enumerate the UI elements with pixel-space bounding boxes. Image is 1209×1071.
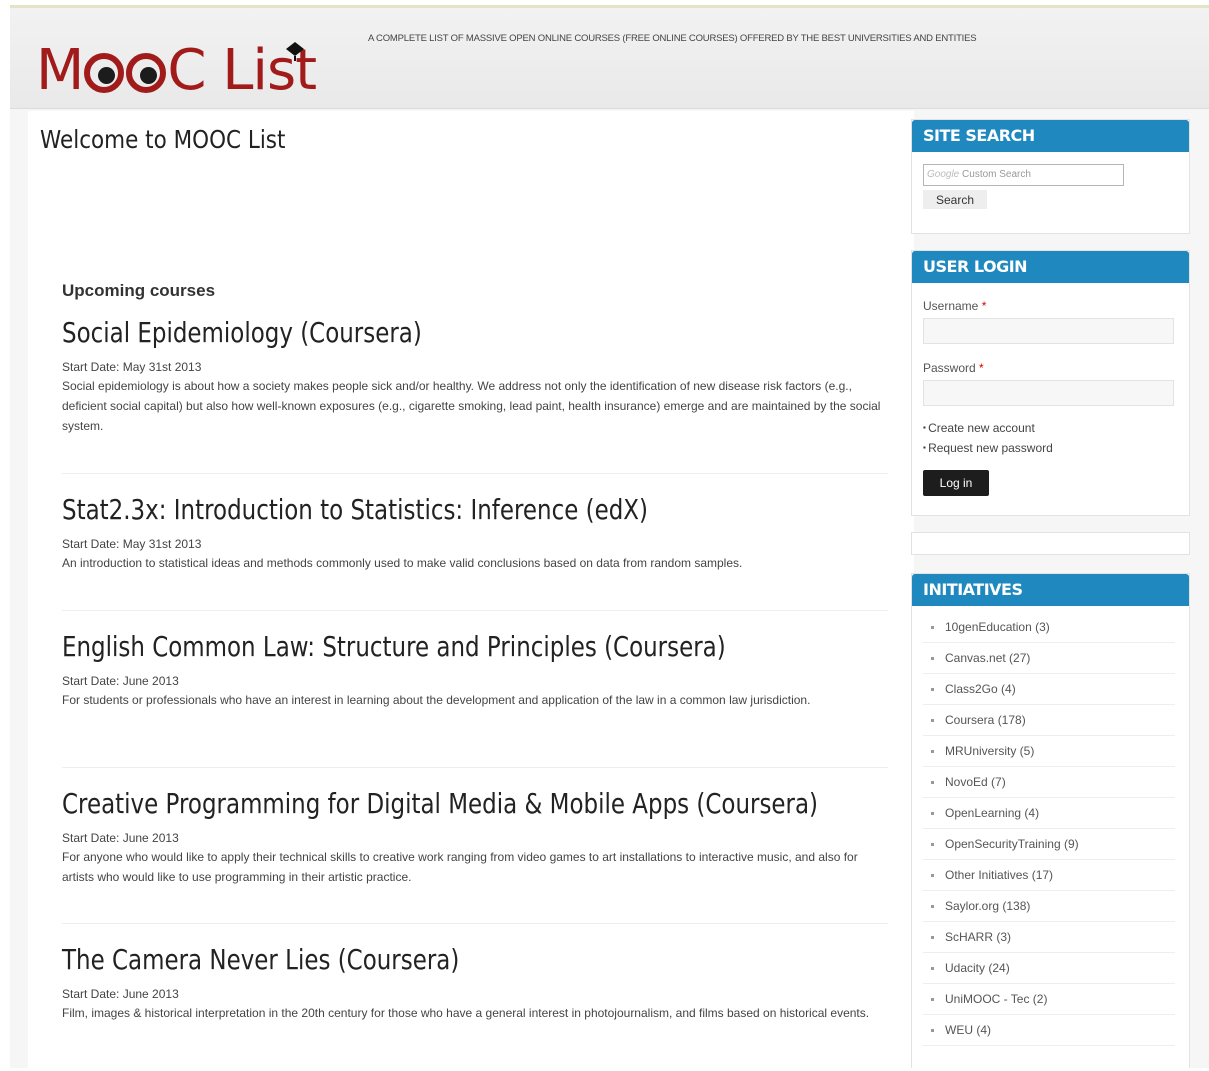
site-search-title: SITE SEARCH <box>912 120 1189 152</box>
password-label-text: Password <box>923 361 976 375</box>
initiative-item[interactable]: Coursera (178) <box>923 705 1175 736</box>
course-description: For students or professionals who have a… <box>62 693 811 707</box>
search-input[interactable]: Google Custom Search <box>923 164 1124 186</box>
course-item: Stat2.3x: Introduction to Statistics: In… <box>62 493 892 573</box>
page-title: Welcome to MOOC List <box>40 125 286 154</box>
course-description: For anyone who would like to apply their… <box>62 850 858 884</box>
course-divider <box>62 767 888 768</box>
initiative-item[interactable]: Class2Go (4) <box>923 674 1175 705</box>
password-label: Password * <box>923 361 984 375</box>
site-tagline: A COMPLETE LIST OF MASSIVE OPEN ONLINE C… <box>368 33 977 44</box>
course-divider <box>62 473 888 474</box>
initiative-item[interactable]: Other Initiatives (17) <box>923 860 1175 891</box>
initiative-item[interactable]: Saylor.org (138) <box>923 891 1175 922</box>
course-item: English Common Law: Structure and Princi… <box>62 630 892 710</box>
course-item: Creative Programming for Digital Media &… <box>62 787 892 887</box>
site-search-block: SITE SEARCH Google Custom Search Search <box>911 119 1190 234</box>
user-login-title: USER LOGIN <box>912 251 1189 283</box>
course-title-link[interactable]: Social Epidemiology (Coursera) <box>62 316 743 350</box>
logo-text-start: M <box>36 38 84 103</box>
course-divider <box>62 610 888 611</box>
initiative-item[interactable]: Udacity (24) <box>923 953 1175 984</box>
request-password-link[interactable]: Request new password <box>923 438 1053 458</box>
graduation-cap-icon <box>286 42 304 61</box>
course-divider <box>62 923 888 924</box>
course-item: The Camera Never Lies (Coursera) Start D… <box>62 943 892 1023</box>
password-field[interactable] <box>923 380 1174 406</box>
initiative-item[interactable]: OpenSecurityTraining (9) <box>923 829 1175 860</box>
initiative-item[interactable]: WEU (4) <box>923 1015 1175 1046</box>
course-description: Social epidemiology is about how a socie… <box>62 379 881 433</box>
course-title-link[interactable]: The Camera Never Lies (Coursera) <box>62 943 743 977</box>
logo-eye-icon <box>84 53 125 93</box>
login-button[interactable]: Log in <box>923 470 989 496</box>
search-placeholder: Custom Search <box>962 169 1031 180</box>
course-start-date: Start Date: June 2013 <box>62 831 179 845</box>
course-item: Social Epidemiology (Coursera) Start Dat… <box>62 316 892 436</box>
course-start-date: Start Date: June 2013 <box>62 987 179 1001</box>
initiative-item[interactable]: NovoEd (7) <box>923 767 1175 798</box>
course-start-date: Start Date: May 31st 2013 <box>62 537 202 551</box>
username-label: Username * <box>923 299 986 313</box>
empty-block <box>911 532 1190 555</box>
user-login-block: USER LOGIN Username * Password * Create … <box>911 250 1190 516</box>
initiatives-block: INITIATIVES 10genEducation (3) Canvas.ne… <box>911 573 1190 1068</box>
course-description: Film, images & historical interpretation… <box>62 1006 870 1020</box>
initiative-item[interactable]: OpenLearning (4) <box>923 798 1175 829</box>
course-start-date: Start Date: June 2013 <box>62 674 179 688</box>
initiative-item[interactable]: 10genEducation (3) <box>923 612 1175 643</box>
username-field[interactable] <box>923 318 1174 344</box>
initiatives-title: INITIATIVES <box>912 574 1189 606</box>
upcoming-courses-heading: Upcoming courses <box>62 281 216 300</box>
logo-eye-icon <box>126 53 167 93</box>
site-logo[interactable]: MC List <box>36 38 317 103</box>
initiative-item[interactable]: UniMOOC - Tec (2) <box>923 984 1175 1015</box>
login-links: Create new account Request new password <box>923 418 1053 458</box>
username-label-text: Username <box>923 299 979 313</box>
course-title-link[interactable]: Stat2.3x: Introduction to Statistics: In… <box>62 493 743 527</box>
main-content: Welcome to MOOC List Upcoming courses So… <box>28 111 914 1071</box>
initiative-item[interactable]: Canvas.net (27) <box>923 643 1175 674</box>
required-mark: * <box>981 299 987 313</box>
initiative-item[interactable]: MRUniversity (5) <box>923 736 1175 767</box>
required-mark: * <box>979 361 984 375</box>
initiatives-list: 10genEducation (3) Canvas.net (27) Class… <box>912 612 1189 1046</box>
site-header: MC List A COMPLETE LIST OF MASSIVE OPEN … <box>10 8 1209 109</box>
google-logo: Google <box>927 169 960 180</box>
search-button[interactable]: Search <box>923 190 987 209</box>
create-account-link[interactable]: Create new account <box>923 418 1053 438</box>
course-title-link[interactable]: Creative Programming for Digital Media &… <box>62 787 818 821</box>
course-start-date: Start Date: May 31st 2013 <box>62 360 202 374</box>
initiative-item[interactable]: ScHARR (3) <box>923 922 1175 953</box>
course-title-link[interactable]: English Common Law: Structure and Princi… <box>62 630 743 664</box>
course-description: An introduction to statistical ideas and… <box>62 556 743 570</box>
